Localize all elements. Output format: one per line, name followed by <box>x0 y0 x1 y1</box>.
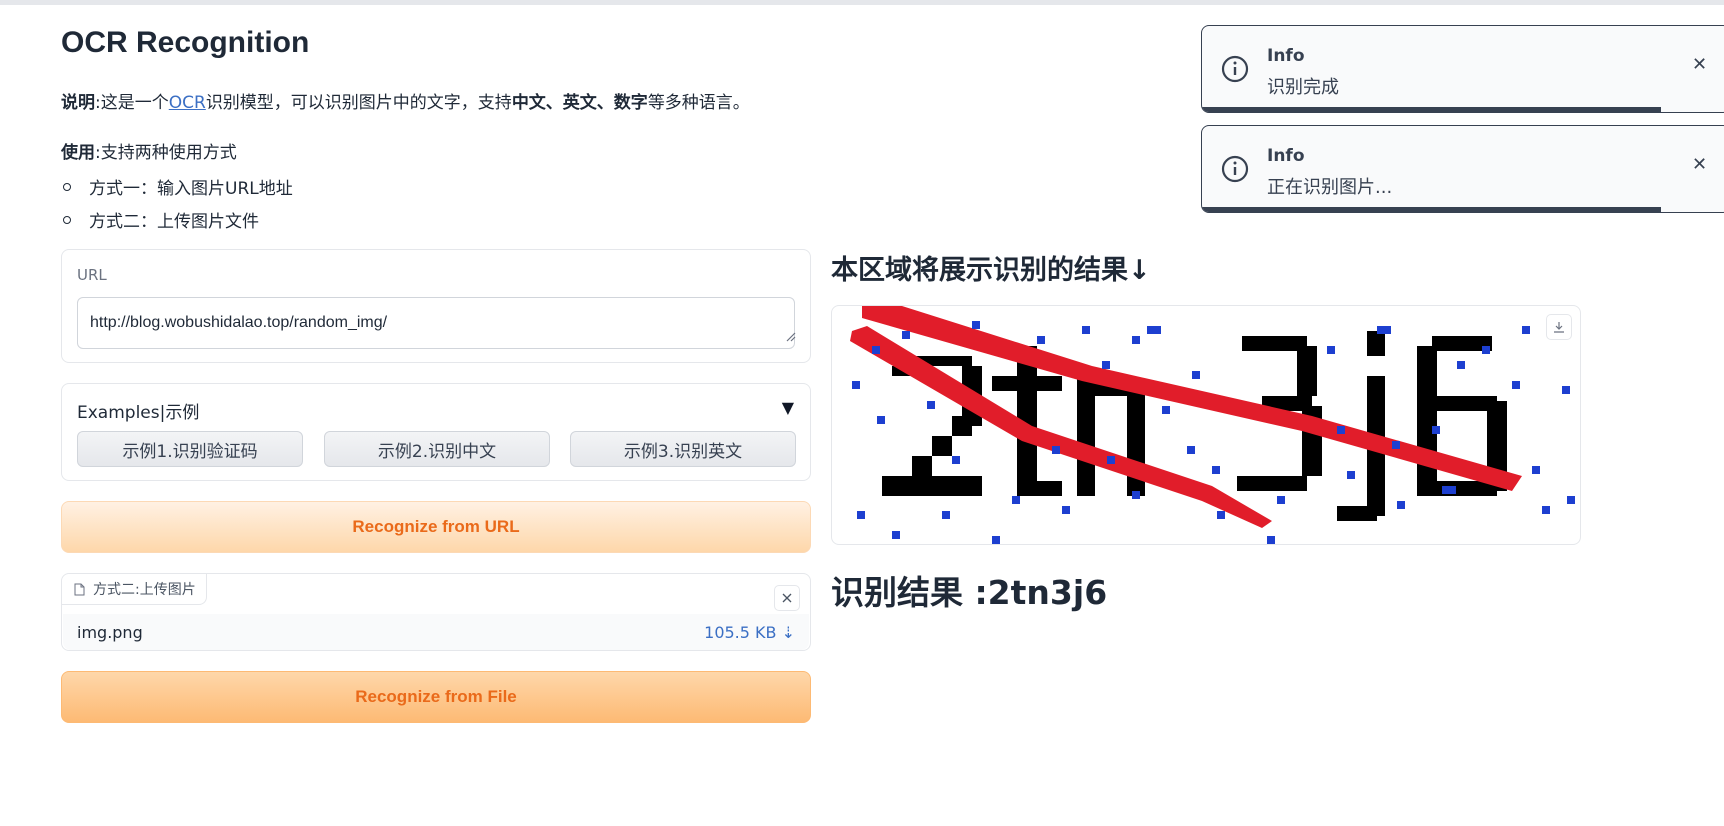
result-text: 识别结果 :2tn3j6 <box>831 573 1108 612</box>
close-icon <box>782 593 792 603</box>
toast-notification: Info 识别完成 ✕ <box>1201 25 1724 113</box>
file-upload-panel: 方式二:上传图片 img.png 105.5 KB ⇣ <box>61 573 811 651</box>
method-text: 方式一：输入图片URL地址 <box>89 179 293 199</box>
usage-label: 使用 <box>61 143 95 163</box>
file-upload-tab: 方式二:上传图片 <box>62 574 207 605</box>
desc-text-post: 等多种语言。 <box>647 93 750 113</box>
result-heading: 本区域将展示识别的结果↓ <box>831 255 1151 286</box>
bullet-icon <box>63 182 71 191</box>
desc-text-pre: :这是一个 <box>95 93 169 113</box>
examples-label: Examples|示例 <box>77 403 200 423</box>
example-chinese-button[interactable]: 示例2.识别中文 <box>324 431 550 467</box>
close-icon[interactable]: ✕ <box>1692 154 1707 175</box>
example-english-button[interactable]: 示例3.识别英文 <box>570 431 796 467</box>
toast-title: Info <box>1267 46 1305 66</box>
description: 说明:这是一个OCR识别模型，可以识别图片中的文字，支持中文、英文、数字等多种语… <box>61 88 750 113</box>
example-captcha-button[interactable]: 示例1.识别验证码 <box>77 431 303 467</box>
download-icon <box>1554 322 1564 333</box>
url-label: URL <box>77 266 107 284</box>
recognize-url-button[interactable]: Recognize from URL <box>61 501 811 553</box>
desc-label: 说明 <box>61 93 95 113</box>
close-icon[interactable]: ✕ <box>1692 54 1707 75</box>
recognize-file-button[interactable]: Recognize from File <box>61 671 811 723</box>
list-item: 方式一：输入图片URL地址 <box>61 170 293 203</box>
examples-panel: Examples|示例 ▼ 示例1.识别验证码 示例2.识别中文 示例3.识别英… <box>61 383 811 481</box>
download-button[interactable] <box>1546 314 1572 340</box>
toast-message: 正在识别图片... <box>1267 177 1393 198</box>
method-text: 方式二：上传图片文件 <box>89 212 259 232</box>
app-page: OCR Recognition 说明:这是一个OCR识别模型，可以识别图片中的文… <box>0 0 1724 826</box>
clear-file-button[interactable] <box>774 585 800 611</box>
toast-progress-bar <box>1202 207 1662 212</box>
page-title: OCR Recognition <box>61 26 310 59</box>
url-input[interactable]: http://blog.wobushidalao.top/random_img/ <box>77 297 795 349</box>
collapse-arrow-icon[interactable]: ▼ <box>782 398 794 417</box>
file-name: img.png <box>77 622 143 642</box>
file-size-download-link[interactable]: 105.5 KB ⇣ <box>704 623 795 642</box>
result-image-panel <box>831 305 1581 545</box>
usage-text: :支持两种使用方式 <box>95 143 237 163</box>
toast-progress-bar <box>1202 107 1662 112</box>
methods-list: 方式一：输入图片URL地址 方式二：上传图片文件 <box>61 170 293 236</box>
captcha-image <box>850 306 1575 544</box>
list-item: 方式二：上传图片文件 <box>61 203 293 236</box>
resize-handle-icon[interactable] <box>786 332 796 342</box>
info-icon <box>1221 155 1249 183</box>
bullet-icon <box>63 215 71 224</box>
toast-title: Info <box>1267 146 1305 166</box>
usage-line: 使用:支持两种使用方式 <box>61 138 237 163</box>
file-icon <box>74 583 85 595</box>
desc-languages: 中文、英文、数字 <box>511 93 648 113</box>
info-icon <box>1221 55 1249 83</box>
file-tab-label: 方式二:上传图片 <box>93 582 196 598</box>
desc-text-mid: 识别模型，可以识别图片中的文字，支持 <box>205 93 512 113</box>
ocr-link[interactable]: OCR <box>169 93 206 113</box>
url-panel: URL http://blog.wobushidalao.top/random_… <box>61 249 811 363</box>
uploaded-file-row: img.png 105.5 KB ⇣ <box>63 614 809 650</box>
toast-message: 识别完成 <box>1267 77 1339 98</box>
toast-notification: Info 正在识别图片... ✕ <box>1201 125 1724 213</box>
